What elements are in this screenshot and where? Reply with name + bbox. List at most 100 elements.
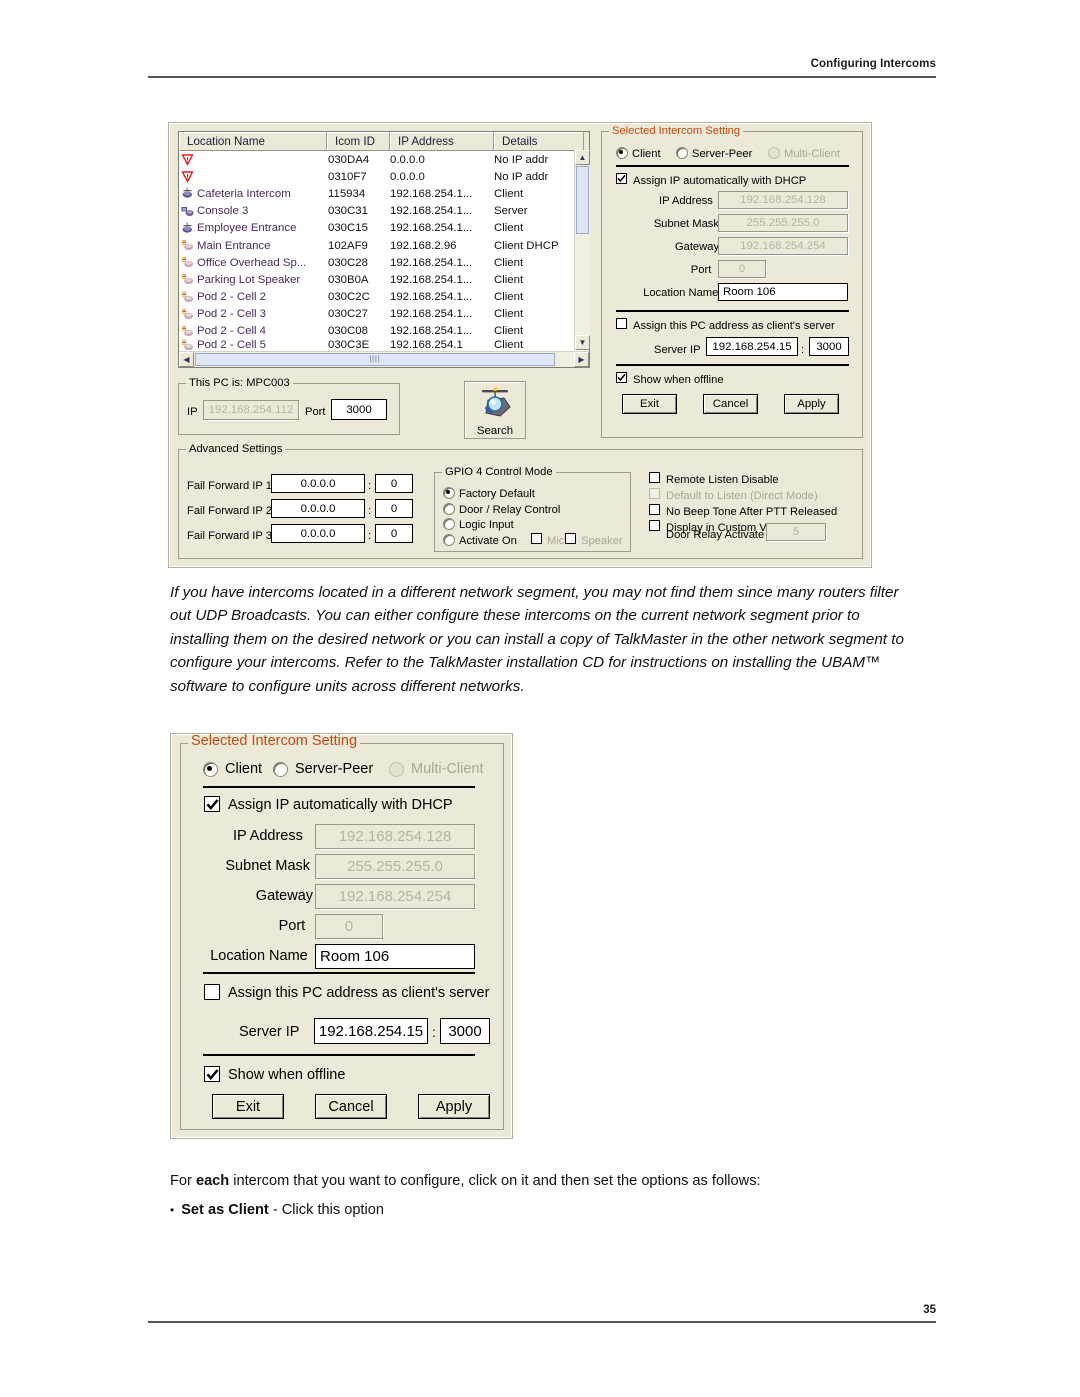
table-row[interactable]: Employee Entrance 030C15 192.168.254.1... C…: [179, 220, 589, 237]
field-location-name[interactable]: Room 106: [718, 283, 848, 301]
horizontal-scroll-thumb[interactable]: ||||: [195, 353, 555, 366]
mode-radio-server-peer[interactable]: [676, 147, 688, 159]
search-button[interactable]: Search: [464, 381, 526, 439]
advanced-checkbox-3[interactable]: [649, 504, 660, 515]
bullet-item-set-as-client: • Set as Client - Click this option: [170, 1199, 922, 1221]
server-port-field-large[interactable]: 3000: [440, 1018, 490, 1044]
table-row[interactable]: 030DA4 0.0.0.0 No IP addr: [179, 151, 589, 168]
pc-as-server-checkbox[interactable]: [616, 318, 627, 329]
mode-label-client: Client: [632, 148, 661, 160]
advanced-settings-caption: Advanced Settings: [186, 443, 286, 455]
advanced-checkbox-1[interactable]: [649, 472, 660, 483]
mode-radio-client[interactable]: [616, 147, 628, 159]
table-row[interactable]: Parking Lot Speaker 030B0A 192.168.254.1..…: [179, 271, 589, 288]
divider-top-large: [203, 786, 475, 788]
gpio-radio-door-relay-control[interactable]: [443, 502, 455, 515]
table-row[interactable]: Cafeteria Intercom 115934 192.168.254.1...…: [179, 185, 589, 202]
fail-forward-port-field-1[interactable]: 0: [375, 474, 413, 493]
cancel-button[interactable]: Cancel: [703, 394, 758, 414]
this-pc-port-field[interactable]: 3000: [331, 399, 387, 420]
scroll-left-button[interactable]: ◀: [179, 352, 194, 367]
field-label-location-name-large: Location Name: [210, 948, 308, 964]
pc-as-server-label: Assign this PC address as client's serve…: [633, 320, 835, 332]
server-ip-field-large[interactable]: 192.168.254.15: [314, 1018, 428, 1044]
apply-button[interactable]: Apply: [784, 394, 839, 414]
divider-top: [616, 165, 849, 167]
bullet-dot-icon: •: [170, 1203, 175, 1217]
location-name-text: Office Overhead Sp...: [197, 256, 307, 269]
table-row[interactable]: Main Entrance 102AF9 192.168.2.96 Client DH…: [179, 237, 589, 254]
location-name-text: Pod 2 - Cell 2: [197, 291, 267, 304]
fail-forward-ip-field-2[interactable]: 0.0.0.0: [271, 499, 365, 518]
scroll-right-button[interactable]: ▶: [574, 352, 589, 367]
table-row[interactable]: Office Overhead Sp... 030C28 192.168.254.1…: [179, 254, 589, 271]
table-row[interactable]: Pod 2 - Cell 3 030C27 192.168.254.1... Clie…: [179, 306, 589, 323]
column-header-icom-id[interactable]: Icom ID: [327, 132, 390, 151]
warning-triangle-icon: [181, 171, 194, 184]
server-ip-separator-large: :: [432, 1024, 436, 1040]
cancel-button-large[interactable]: Cancel: [315, 1094, 387, 1119]
fail-forward-port-field-2[interactable]: 0: [375, 499, 413, 518]
scroll-down-button[interactable]: ▼: [575, 335, 590, 350]
field-subnet-mask: 255.255.255.0: [718, 214, 848, 232]
exit-button[interactable]: Exit: [622, 394, 677, 414]
table-row[interactable]: 0310F7 0.0.0.0 No IP addr: [179, 168, 589, 185]
gpio-radio-activate-on[interactable]: [443, 533, 455, 546]
column-header-location-name[interactable]: Location Name: [179, 132, 327, 151]
table-row[interactable]: Pod 2 - Cell 2 030C2C 192.168.254.1... Clie…: [179, 289, 589, 306]
field-label-subnet-mask: Subnet Mask: [653, 218, 719, 230]
location-name-text: Employee Entrance: [197, 222, 297, 235]
cell-ip-address: 192.168.254.1...: [390, 308, 473, 321]
list-vertical-scrollbar[interactable]: ▲ ▼: [574, 150, 590, 350]
cell-icom-id: 030C28: [328, 256, 368, 269]
dhcp-checkbox[interactable]: [616, 173, 627, 184]
column-header-details[interactable]: Details: [494, 132, 584, 151]
server-port-field[interactable]: 3000: [809, 337, 849, 356]
apply-button-large[interactable]: Apply: [418, 1094, 490, 1119]
field-location-name-large[interactable]: Room 106: [315, 944, 475, 969]
server-ip-separator: :: [801, 344, 805, 356]
list-rows[interactable]: 030DA4 0.0.0.0 No IP addr 0310F7 0.0.0.0 No I…: [179, 151, 589, 350]
vertical-scroll-thumb[interactable]: [576, 166, 589, 234]
gpio-mic-checkbox[interactable]: [531, 533, 542, 544]
setting-caption-large: Selected Intercom Setting: [188, 734, 361, 748]
pc-as-server-label-large: Assign this PC address as client's serve…: [228, 985, 490, 1001]
field-gateway: 192.168.254.254: [718, 237, 848, 255]
advanced-checkbox-4[interactable]: [649, 520, 660, 531]
pc-as-server-checkbox-large[interactable]: [204, 984, 220, 1000]
warning-triangle-icon: [181, 154, 194, 167]
exit-button-large[interactable]: Exit: [212, 1094, 284, 1119]
paragraph-2-pre: For: [170, 1173, 196, 1189]
gpio-radio-logic-input[interactable]: [443, 518, 455, 530]
body-paragraph-1: If you have intercoms located in a diffe…: [170, 584, 904, 695]
table-row[interactable]: Pod 2 - Cell 4 030C08 192.168.254.1... Clie…: [179, 323, 589, 340]
running-header: Configuring Intercoms: [148, 58, 936, 78]
list-column-headers[interactable]: Location Name Icom ID IP Address Details: [179, 132, 589, 151]
cell-ip-address: 192.168.254.1...: [390, 256, 473, 269]
dhcp-checkbox-large[interactable]: [204, 796, 220, 812]
field-gateway-large: 192.168.254.254: [315, 884, 475, 909]
field-label-ip-address: IP Address: [659, 195, 713, 207]
footer-rule: [148, 1321, 936, 1323]
server-ip-field[interactable]: 192.168.254.15: [706, 337, 798, 356]
divider-middle-large: [203, 972, 475, 974]
column-header-ip-address[interactable]: IP Address: [390, 132, 494, 151]
gpio-radio-factory-default[interactable]: [443, 487, 455, 499]
fail-forward-ip-field-3[interactable]: 0.0.0.0: [271, 524, 365, 543]
fail-forward-port-field-3[interactable]: 0: [375, 524, 413, 543]
cell-icom-id: 030C08: [328, 325, 368, 338]
intercom-list-view[interactable]: Location Name Icom ID IP Address Details 03…: [178, 131, 590, 368]
show-offline-checkbox[interactable]: [616, 372, 627, 383]
table-row[interactable]: Pod 2 - Cell 5 030C3E 192.168.254.1 Client: [179, 340, 589, 350]
list-horizontal-scrollbar[interactable]: ◀ |||| ▶: [179, 351, 589, 367]
field-port: 0: [718, 260, 766, 278]
fail-forward-ip-field-1[interactable]: 0.0.0.0: [271, 474, 365, 493]
scroll-up-button[interactable]: ▲: [575, 150, 590, 165]
cell-details: Client: [494, 340, 524, 351]
mode-radio-server-peer-large[interactable]: [273, 762, 288, 777]
show-offline-checkbox-large[interactable]: [204, 1066, 220, 1082]
gpio-speaker-checkbox[interactable]: [565, 533, 576, 544]
speaker-pink-icon: [182, 291, 193, 302]
table-row[interactable]: Console 3 030C31 192.168.254.1... Server: [179, 203, 589, 220]
mode-radio-client-large[interactable]: [203, 762, 218, 777]
